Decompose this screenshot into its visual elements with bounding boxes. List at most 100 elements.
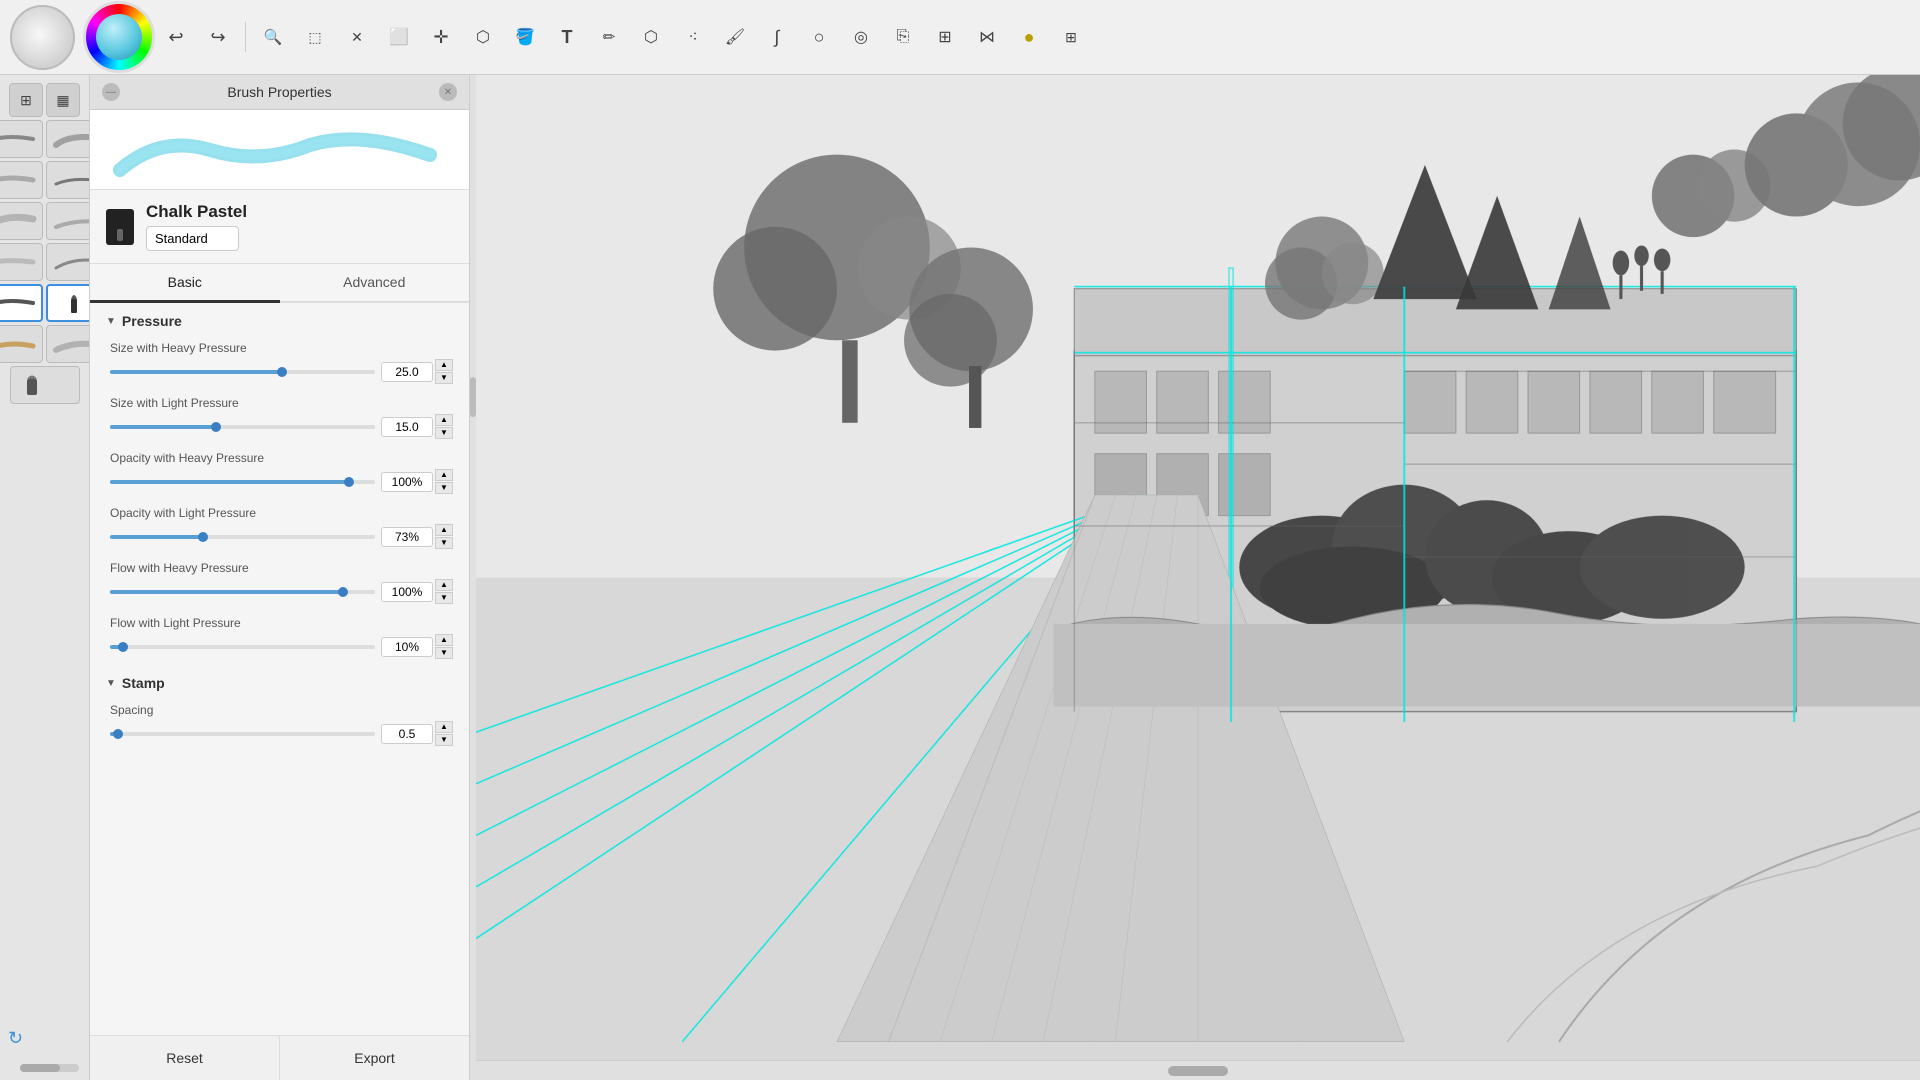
side-tool-panel: ⊞ ▦ xyxy=(0,75,90,1080)
spacing-up[interactable]: ▲ xyxy=(435,721,453,733)
undo-button[interactable]: ↩ xyxy=(157,18,195,56)
brush-item-6[interactable] xyxy=(46,202,90,240)
color1-button[interactable]: ● xyxy=(1010,18,1048,56)
scrollbar-thumb[interactable] xyxy=(1168,1066,1228,1076)
layers-button[interactable]: ⊞ xyxy=(926,18,964,56)
brush-button[interactable]: 🖌 xyxy=(716,18,754,56)
brush-item-7[interactable] xyxy=(0,243,43,281)
size-light-slider[interactable] xyxy=(110,425,375,429)
size-heavy-spinners: ▲ ▼ xyxy=(435,359,453,384)
spacing-down[interactable]: ▼ xyxy=(435,734,453,746)
flow-light-label: Flow with Light Pressure xyxy=(110,616,453,630)
brush-item-4[interactable] xyxy=(46,161,90,199)
properties-scroll-area[interactable]: ▼ Pressure Size with Heavy Pressure ▲ ▼ xyxy=(90,303,469,1035)
brush-icon-box xyxy=(106,209,134,245)
size-light-up[interactable]: ▲ xyxy=(435,414,453,426)
canvas-area[interactable] xyxy=(476,75,1920,1080)
brush-item-8[interactable] xyxy=(46,243,90,281)
stamp-section-header[interactable]: ▼ Stamp xyxy=(90,665,469,697)
brush-panel-title: Brush Properties xyxy=(227,84,331,100)
brush-type-select[interactable]: Standard Airbrush Watercolor xyxy=(146,226,239,251)
brush-item-13[interactable] xyxy=(10,366,80,404)
stamp-button[interactable]: ◎ xyxy=(842,18,880,56)
flow-light-slider[interactable] xyxy=(110,645,375,649)
fill-button[interactable]: 🪣 xyxy=(506,18,544,56)
search-button[interactable]: 🔍 xyxy=(254,18,292,56)
sync-icon[interactable]: ↻ xyxy=(8,1028,30,1050)
redo-button[interactable]: ↪ xyxy=(199,18,237,56)
flow-light-controls: ▲ ▼ xyxy=(110,634,453,659)
size-heavy-up[interactable]: ▲ xyxy=(435,359,453,371)
size-heavy-slider[interactable] xyxy=(110,370,375,374)
flow-heavy-up[interactable]: ▲ xyxy=(435,579,453,591)
flow-light-down[interactable]: ▼ xyxy=(435,647,453,659)
box3d-button[interactable]: ⬡ xyxy=(632,18,670,56)
canvas-scrollbar[interactable] xyxy=(476,1060,1920,1080)
polygon-button[interactable]: ⬡ xyxy=(464,18,502,56)
brush-item-2[interactable] xyxy=(46,120,90,158)
flow-light-spinners: ▲ ▼ xyxy=(435,634,453,659)
opacity-heavy-input[interactable] xyxy=(381,472,433,492)
brush-item-12[interactable] xyxy=(46,325,90,363)
horizontal-scrollbar[interactable] xyxy=(20,1064,79,1072)
flow-light-input[interactable] xyxy=(381,637,433,657)
grid-button[interactable]: ⊞ xyxy=(1052,18,1090,56)
flow-heavy-slider[interactable] xyxy=(110,590,375,594)
transform-button[interactable]: ✛ xyxy=(422,18,460,56)
nodes-button[interactable]: ⁖ xyxy=(674,18,712,56)
opacity-heavy-slider[interactable] xyxy=(110,480,375,484)
spacing-slider[interactable] xyxy=(110,732,375,736)
size-light-down[interactable]: ▼ xyxy=(435,427,453,439)
size-light-input[interactable] xyxy=(381,417,433,437)
brush-panel-header: — Brush Properties ✕ xyxy=(90,75,469,110)
spacing-input[interactable] xyxy=(381,724,433,744)
brush-row-2 xyxy=(0,161,90,199)
cancel-button[interactable]: ✕ xyxy=(338,18,376,56)
flow-heavy-input[interactable] xyxy=(381,582,433,602)
brush-item-10[interactable] xyxy=(46,284,90,322)
opacity-heavy-up[interactable]: ▲ xyxy=(435,469,453,481)
brush-item-3[interactable] xyxy=(0,161,43,199)
opacity-light-slider[interactable] xyxy=(110,535,375,539)
brush-item-1[interactable] xyxy=(0,120,43,158)
brush-row-6 xyxy=(0,325,90,363)
brush-row-1 xyxy=(0,120,90,158)
size-heavy-down[interactable]: ▼ xyxy=(435,372,453,384)
color-circle[interactable] xyxy=(10,5,75,70)
brush-item-11[interactable] xyxy=(0,325,43,363)
list-view-icon[interactable]: ▦ xyxy=(46,83,80,117)
export-button[interactable]: Export xyxy=(280,1036,469,1080)
crop-button[interactable]: ⬜ xyxy=(380,18,418,56)
panel-collapse-btn[interactable]: — xyxy=(102,83,120,101)
opacity-heavy-spinners: ▲ ▼ xyxy=(435,469,453,494)
flow-light-up[interactable]: ▲ xyxy=(435,634,453,646)
text-button[interactable]: T xyxy=(548,18,586,56)
size-heavy-input[interactable] xyxy=(381,362,433,382)
panel-close-btn[interactable]: ✕ xyxy=(439,83,457,101)
pencil-button[interactable]: ✏ xyxy=(590,18,628,56)
color-wheel[interactable] xyxy=(83,1,155,73)
pressure-section-header[interactable]: ▼ Pressure xyxy=(90,303,469,335)
opacity-light-label: Opacity with Light Pressure xyxy=(110,506,453,520)
tab-advanced[interactable]: Advanced xyxy=(280,264,470,303)
canvas-svg xyxy=(476,75,1920,1080)
tab-basic[interactable]: Basic xyxy=(90,264,280,303)
opacity-heavy-down[interactable]: ▼ xyxy=(435,482,453,494)
brush-item-5[interactable] xyxy=(0,202,43,240)
flow-heavy-down[interactable]: ▼ xyxy=(435,592,453,604)
spacing-row: Spacing ▲ ▼ xyxy=(90,697,469,752)
spacing-controls: ▲ ▼ xyxy=(110,721,453,746)
select-tool-button[interactable]: ⬚ xyxy=(296,18,334,56)
flow-heavy-controls: ▲ ▼ xyxy=(110,579,453,604)
curve-button[interactable]: ∫ xyxy=(758,18,796,56)
opacity-light-up[interactable]: ▲ xyxy=(435,524,453,536)
reset-button[interactable]: Reset xyxy=(90,1036,279,1080)
brush-item-9[interactable] xyxy=(0,284,43,322)
clone-button[interactable]: ⎘ xyxy=(884,18,922,56)
opacity-light-input[interactable] xyxy=(381,527,433,547)
grid-view-icon[interactable]: ⊞ xyxy=(9,83,43,117)
opacity-light-down[interactable]: ▼ xyxy=(435,537,453,549)
brush-panel-footer: Reset Export xyxy=(90,1035,469,1080)
ellipse-button[interactable]: ○ xyxy=(800,18,838,56)
paths-button[interactable]: ⋈ xyxy=(968,18,1006,56)
